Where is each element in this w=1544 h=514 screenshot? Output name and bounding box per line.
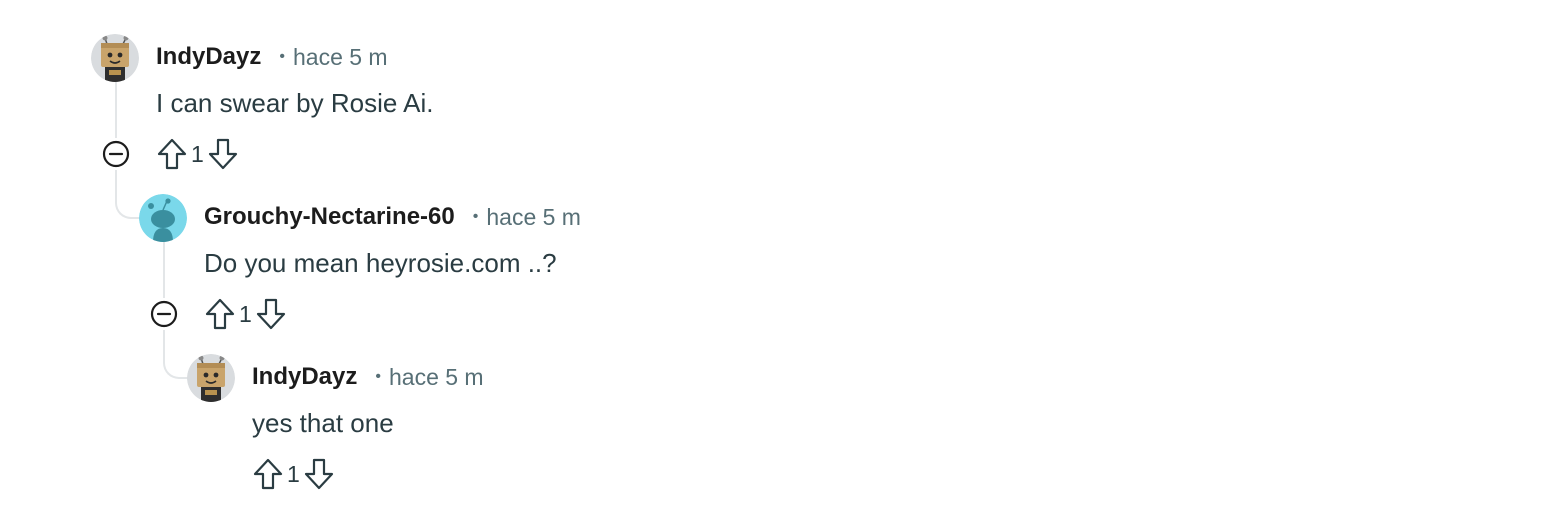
vote-controls: 1 xyxy=(155,136,240,172)
comment-body: Do you mean heyrosie.com ..? xyxy=(204,248,557,278)
robot-avatar-icon xyxy=(187,354,235,402)
comment-body: yes that one xyxy=(252,408,394,438)
thread-line xyxy=(163,242,165,298)
thread-line xyxy=(115,82,117,138)
avatar[interactable] xyxy=(187,354,235,402)
upvote-button[interactable] xyxy=(155,137,189,171)
meta-separator: • xyxy=(279,48,285,65)
timestamp[interactable]: hace 5 m xyxy=(486,204,581,231)
avatar[interactable] xyxy=(91,34,139,82)
meta-separator: • xyxy=(375,368,381,385)
robot-avatar-icon xyxy=(91,34,139,82)
downvote-button[interactable] xyxy=(254,297,288,331)
minus-circle-icon xyxy=(102,140,130,168)
vote-controls: 1 xyxy=(203,296,288,332)
avatar[interactable] xyxy=(139,194,187,242)
vote-controls: 1 xyxy=(251,456,336,492)
arrow-up-icon xyxy=(157,138,187,170)
author-name[interactable]: IndyDayz xyxy=(252,363,357,391)
arrow-down-icon xyxy=(304,458,333,490)
arrow-down-icon xyxy=(208,138,237,170)
collapse-thread-button[interactable] xyxy=(149,299,179,329)
downvote-button[interactable] xyxy=(302,457,336,491)
arrow-up-icon xyxy=(253,458,283,490)
collapse-thread-button[interactable] xyxy=(101,139,131,169)
upvote-button[interactable] xyxy=(251,457,285,491)
arrow-up-icon xyxy=(205,298,235,330)
meta-separator: • xyxy=(472,208,479,225)
timestamp[interactable]: hace 5 m xyxy=(389,364,484,391)
upvote-button[interactable] xyxy=(203,297,237,331)
minus-circle-icon xyxy=(150,300,178,328)
arrow-down-icon xyxy=(256,298,285,330)
author-name[interactable]: IndyDayz xyxy=(156,43,261,71)
timestamp[interactable]: hace 5 m xyxy=(293,44,388,71)
comment-meta: IndyDayz • hace 5 m xyxy=(252,363,484,391)
comment-meta: Grouchy-Nectarine-60 • hace 5 m xyxy=(204,203,581,231)
vote-score: 1 xyxy=(239,300,252,327)
comment-meta: IndyDayz • hace 5 m xyxy=(156,43,388,71)
author-name[interactable]: Grouchy-Nectarine-60 xyxy=(204,203,455,231)
vote-score: 1 xyxy=(287,460,300,487)
downvote-button[interactable] xyxy=(206,137,240,171)
vote-score: 1 xyxy=(191,140,204,167)
snoo-avatar-icon xyxy=(139,194,187,242)
comment-body: I can swear by Rosie Ai. xyxy=(156,88,434,118)
